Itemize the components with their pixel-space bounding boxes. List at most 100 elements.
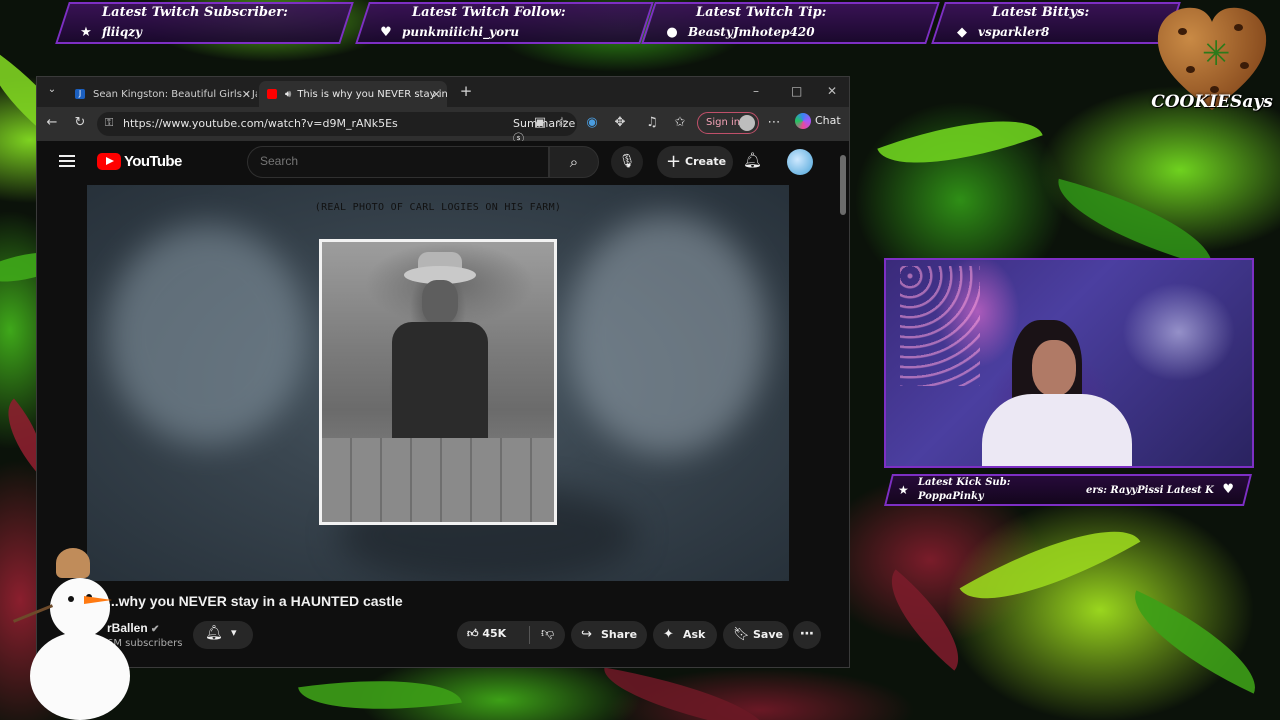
youtube-header: YouTube ⌕ 🎙︎ + Create 🔔︎	[37, 141, 849, 183]
extensions-puzzle-icon[interactable]: ✥	[611, 115, 629, 130]
search-icon: ⌕	[569, 153, 579, 171]
youtube-logo-text: YouTube	[124, 153, 182, 170]
create-button[interactable]: + Create	[657, 146, 733, 178]
notifications-bell-icon[interactable]: 🔔︎	[743, 151, 762, 169]
create-label: Create	[685, 155, 727, 168]
palm-leaf-decoration	[877, 93, 1043, 191]
palm-leaf-decoration	[959, 498, 1141, 632]
snowman-decoration	[8, 548, 138, 720]
logo-text: COOKIESays	[1151, 92, 1273, 112]
sparkle-icon: ✦	[663, 627, 674, 642]
tab-youtube-video[interactable]: 🔊︎ This is why you NEVER stay in ✕	[259, 81, 447, 107]
alert-value: vsparkler8	[978, 25, 1050, 39]
video-player[interactable]: (REAL PHOTO OF CARL LOGIES ON HIS FARM)	[87, 185, 789, 581]
tab-title: Sean Kingston: Beautiful Girls - Jan	[93, 88, 257, 100]
youtube-logo[interactable]: YouTube	[97, 153, 182, 170]
bell-icon: 🔔︎	[205, 625, 223, 641]
cannabis-leaf-icon: ✳	[1202, 34, 1231, 74]
search-box	[247, 146, 549, 178]
gingerbread-hat	[56, 548, 90, 578]
page-scrollbar[interactable]	[840, 141, 846, 667]
site-info-lock-icon[interactable]: ⚿	[105, 116, 113, 130]
share-arrow-icon: ↪	[581, 627, 592, 642]
tab-sean-kingston[interactable]: J Sean Kingston: Beautiful Girls - Jan ✕	[67, 81, 257, 107]
streamer	[982, 310, 1142, 466]
dislike-button[interactable]: 👎︎	[541, 626, 554, 641]
kick-sub-label: Latest Kick Sub:	[918, 477, 1011, 488]
webcam-feed	[884, 258, 1254, 468]
kick-sub-value: PoppaPinky	[918, 491, 984, 502]
palm-leaf-decoration	[298, 665, 462, 720]
sign-in-label: Sign in	[706, 117, 741, 128]
media-control-icon[interactable]: ♫	[643, 115, 661, 130]
favorites-icon[interactable]: ✩	[671, 115, 689, 130]
chat-label: Chat	[815, 114, 841, 127]
star-icon: ★	[80, 25, 92, 40]
account-avatar[interactable]	[787, 149, 813, 175]
address-bar[interactable]: ⚿ https://www.youtube.com/watch?v=d9M_rA…	[97, 112, 577, 145]
share-label: Share	[601, 628, 638, 641]
minimize-button[interactable]: –	[753, 84, 759, 98]
more-actions-button[interactable]: ⋯	[793, 621, 821, 649]
carrot-nose	[84, 596, 112, 604]
alert-latest-follow: Latest Twitch Follow: ♥ punkmiiichi_yoru	[355, 2, 654, 44]
save-button[interactable]: 🔖︎ Save	[723, 621, 789, 649]
vintage-farmer-photo	[319, 239, 557, 525]
palm-leaf-decoration	[1046, 178, 1224, 268]
like-button[interactable]: 👍︎ 45K	[467, 627, 506, 640]
alert-value: BeastyJmhotep420	[688, 25, 815, 39]
alert-value: fliiqzy	[102, 25, 143, 39]
chevron-down-icon: ▾	[231, 626, 237, 639]
profile-avatar-icon	[739, 115, 755, 131]
maximize-button[interactable]: □	[791, 84, 802, 98]
verified-badge-icon: ✔	[151, 624, 160, 635]
palm-leaf-decoration	[598, 667, 772, 720]
sign-in-button[interactable]: Sign in	[697, 112, 759, 134]
alert-label: Latest Twitch Follow:	[412, 5, 566, 20]
hamburger-menu-icon[interactable]	[59, 152, 75, 170]
alert-label: Latest Bittys:	[992, 5, 1090, 20]
search-input[interactable]	[260, 154, 520, 168]
voice-search-button[interactable]: 🎙︎	[611, 146, 643, 178]
youtube-play-icon	[97, 153, 121, 170]
video-title: ...why you NEVER stay in a HAUNTED castl…	[107, 593, 403, 609]
share-button[interactable]: ↪ Share	[571, 621, 647, 649]
ask-label: Ask	[683, 628, 706, 641]
thumbs-up-icon: 👍︎	[467, 627, 479, 640]
split-screen-icon[interactable]: ▣	[531, 115, 549, 130]
extension-icon[interactable]: ◉	[583, 115, 601, 130]
youtube-favicon-icon	[267, 89, 277, 99]
diamond-icon: ◆	[957, 25, 967, 40]
close-tab-icon[interactable]: ✕	[242, 88, 251, 101]
alert-value: punkmiiichi_yoru	[402, 25, 520, 39]
plus-icon: +	[666, 151, 682, 172]
subscription-notification-button[interactable]: 🔔︎ ▾	[193, 621, 253, 649]
audio-playing-icon[interactable]: 🔊︎	[285, 89, 291, 100]
heart-icon: ♥	[380, 25, 392, 40]
bookmark-icon: 🔖︎	[733, 627, 750, 642]
close-tab-icon[interactable]: ✕	[432, 88, 441, 101]
scrollbar-thumb[interactable]	[840, 155, 846, 215]
close-window-button[interactable]: ✕	[827, 84, 837, 98]
heart-icon: ♥	[1222, 482, 1234, 497]
stream-overlay: Latest Twitch Subscriber: ★ fliiqzy Late…	[0, 0, 1280, 720]
alert-label: Latest Twitch Subscriber:	[102, 5, 288, 20]
alert-latest-subscriber: Latest Twitch Subscriber: ★ fliiqzy	[55, 2, 354, 44]
favorite-star-icon[interactable]: ☆	[553, 115, 571, 130]
copilot-chat-button[interactable]: Chat	[795, 113, 841, 129]
browser-window: ⌄ J Sean Kingston: Beautiful Girls - Jan…	[36, 76, 850, 668]
refresh-icon[interactable]: ↻	[71, 115, 89, 130]
browser-toolbar: ← ↻ ⚿ https://www.youtube.com/watch?v=d9…	[37, 107, 849, 145]
tab-title: This is why you NEVER stay in	[297, 88, 447, 100]
more-options-icon[interactable]: ⋯	[765, 115, 783, 130]
tab-strip: ⌄ J Sean Kingston: Beautiful Girls - Jan…	[37, 77, 849, 107]
search-button[interactable]: ⌕	[549, 146, 599, 178]
palm-leaf-decoration	[1117, 590, 1273, 694]
tab-list-chevron-icon[interactable]: ⌄	[43, 84, 61, 95]
back-arrow-icon[interactable]: ←	[43, 115, 61, 130]
copilot-icon	[795, 113, 811, 129]
new-tab-icon[interactable]: +	[457, 82, 475, 100]
thumbs-down-icon: 👎︎	[541, 626, 555, 641]
ask-button[interactable]: ✦ Ask	[653, 621, 717, 649]
fairy-lights	[900, 266, 980, 386]
